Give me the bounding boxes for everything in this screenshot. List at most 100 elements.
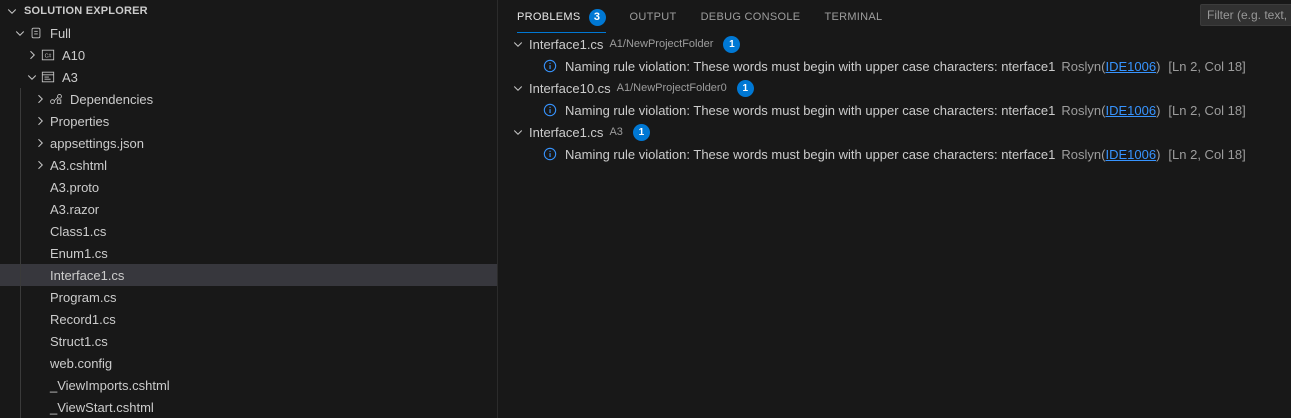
solution-explorer-title: SOLUTION EXPLORER bbox=[24, 5, 148, 17]
solution-icon bbox=[28, 25, 44, 41]
problem-code-link[interactable]: IDE1006 bbox=[1105, 103, 1156, 118]
tree-item[interactable]: Dependencies bbox=[0, 88, 497, 110]
indent-guide bbox=[20, 154, 21, 176]
tree-item-label: A10 bbox=[62, 47, 86, 63]
tree-item-label: Program.cs bbox=[50, 289, 117, 305]
tab-output-label: OUTPUT bbox=[629, 11, 677, 23]
tab-problems[interactable]: PROBLEMS 3 bbox=[517, 2, 606, 33]
problem-message-row[interactable]: Naming rule violation: These words must … bbox=[498, 99, 1291, 121]
chevron-right-icon[interactable] bbox=[32, 113, 48, 129]
problem-location: [Ln 2, Col 18] bbox=[1168, 58, 1246, 74]
chevron-down-icon bbox=[4, 3, 20, 19]
tree-item[interactable]: Record1.cs bbox=[0, 308, 497, 330]
solution-explorer: SOLUTION EXPLORER Full C# A10 A3 Dependencie… bbox=[0, 0, 498, 418]
problem-code-link[interactable]: IDE1006 bbox=[1105, 59, 1156, 74]
tree-item[interactable]: web.config bbox=[0, 352, 497, 374]
problem-message-row[interactable]: Naming rule violation: These words must … bbox=[498, 143, 1291, 165]
chevron-down-icon[interactable] bbox=[510, 80, 526, 96]
tree-item[interactable]: Program.cs bbox=[0, 286, 497, 308]
problem-file-row[interactable]: Interface1.cs A3 1 bbox=[498, 121, 1291, 143]
tree-item-label: A3 bbox=[62, 69, 78, 85]
problem-file-name: Interface1.cs bbox=[529, 36, 604, 52]
filter-placeholder: Filter (e.g. text, bbox=[1207, 8, 1288, 22]
tab-debug-console[interactable]: DEBUG CONSOLE bbox=[701, 2, 801, 33]
indent-guide bbox=[20, 176, 21, 198]
tree-item[interactable]: A3 bbox=[0, 66, 497, 88]
tree-item[interactable]: Class1.cs bbox=[0, 220, 497, 242]
indent-guide bbox=[20, 198, 21, 220]
indent-guide bbox=[20, 264, 21, 286]
chevron-down-icon[interactable] bbox=[24, 69, 40, 85]
indent-guide bbox=[20, 396, 21, 418]
tree-item[interactable]: Interface1.cs bbox=[0, 264, 497, 286]
dependencies-icon bbox=[48, 91, 64, 107]
problem-count-badge: 1 bbox=[736, 79, 754, 97]
tree-item[interactable]: Struct1.cs bbox=[0, 330, 497, 352]
problem-file-row[interactable]: Interface1.cs A1/NewProjectFolder 1 bbox=[498, 33, 1291, 55]
tree-item-label: Properties bbox=[50, 113, 110, 129]
tree-item[interactable]: Enum1.cs bbox=[0, 242, 497, 264]
chevron-down-icon[interactable] bbox=[12, 25, 28, 41]
tab-terminal-label: TERMINAL bbox=[824, 11, 883, 23]
indent-guide bbox=[20, 242, 21, 264]
problems-panel: PROBLEMS 3 OUTPUT DEBUG CONSOLE TERMINAL… bbox=[498, 0, 1291, 418]
solution-explorer-header[interactable]: SOLUTION EXPLORER bbox=[0, 0, 497, 22]
indent-guide bbox=[20, 374, 21, 396]
tree-item[interactable]: Properties bbox=[0, 110, 497, 132]
vscode-window: SOLUTION EXPLORER Full C# A10 A3 Dependencie… bbox=[0, 0, 1291, 418]
problem-source-end: ) bbox=[1156, 58, 1161, 74]
indent-guide bbox=[20, 110, 21, 132]
problems-filter-input[interactable]: Filter (e.g. text, bbox=[1200, 4, 1291, 26]
indent-guide bbox=[20, 352, 21, 374]
tree-item-label: A3.razor bbox=[50, 201, 100, 217]
info-icon bbox=[543, 59, 557, 73]
tree-item[interactable]: appsettings.json bbox=[0, 132, 497, 154]
chevron-down-icon[interactable] bbox=[510, 124, 526, 140]
tree-item-label: web.config bbox=[50, 355, 113, 371]
tree-item-label: A3.proto bbox=[50, 179, 100, 195]
tree-item-label: _ViewStart.cshtml bbox=[50, 399, 154, 415]
problem-file-path: A3 bbox=[609, 126, 623, 138]
tab-terminal[interactable]: TERMINAL bbox=[824, 2, 882, 33]
problem-count-badge: 1 bbox=[723, 35, 741, 53]
chevron-down-icon[interactable] bbox=[510, 36, 526, 52]
chevron-right-icon[interactable] bbox=[24, 47, 40, 63]
chevron-right-icon[interactable] bbox=[32, 157, 48, 173]
problem-source-end: ) bbox=[1156, 146, 1161, 162]
problem-location: [Ln 2, Col 18] bbox=[1168, 146, 1246, 162]
tree-item[interactable]: _ViewImports.cshtml bbox=[0, 374, 497, 396]
tree-item[interactable]: A3.razor bbox=[0, 198, 497, 220]
chevron-right-icon[interactable] bbox=[32, 91, 48, 107]
problem-count-badge: 1 bbox=[632, 123, 650, 141]
problem-code-link[interactable]: IDE1006 bbox=[1105, 147, 1156, 162]
problem-file-path: A1/NewProjectFolder0 bbox=[616, 82, 727, 94]
tree-item-label: Struct1.cs bbox=[50, 333, 108, 349]
problem-source: Roslyn( bbox=[1061, 58, 1106, 74]
tree-item[interactable]: C# A10 bbox=[0, 44, 497, 66]
problems-list: Interface1.cs A1/NewProjectFolder 1 Naming … bbox=[498, 33, 1291, 165]
tree-item[interactable]: Full bbox=[0, 22, 497, 44]
tree-item[interactable]: A3.cshtml bbox=[0, 154, 497, 176]
solution-tree: Full C# A10 A3 Dependencies Properties appsett… bbox=[0, 22, 497, 418]
problem-source: Roslyn( bbox=[1061, 146, 1106, 162]
problem-message-row[interactable]: Naming rule violation: These words must … bbox=[498, 55, 1291, 77]
tree-item[interactable]: A3.proto bbox=[0, 176, 497, 198]
problem-file-path: A1/NewProjectFolder bbox=[609, 38, 714, 50]
problem-message: Naming rule violation: These words must … bbox=[565, 102, 1056, 118]
chevron-right-icon[interactable] bbox=[32, 135, 48, 151]
tree-item[interactable]: _ViewStart.cshtml bbox=[0, 396, 497, 418]
problem-location: [Ln 2, Col 18] bbox=[1168, 102, 1246, 118]
problem-file-row[interactable]: Interface10.cs A1/NewProjectFolder0 1 bbox=[498, 77, 1291, 99]
problems-count-badge: 3 bbox=[588, 8, 606, 26]
problem-file-name: Interface1.cs bbox=[529, 124, 604, 140]
tree-item-label: Full bbox=[50, 25, 71, 41]
tab-output[interactable]: OUTPUT bbox=[630, 2, 677, 33]
tab-problems-label: PROBLEMS bbox=[517, 11, 581, 23]
